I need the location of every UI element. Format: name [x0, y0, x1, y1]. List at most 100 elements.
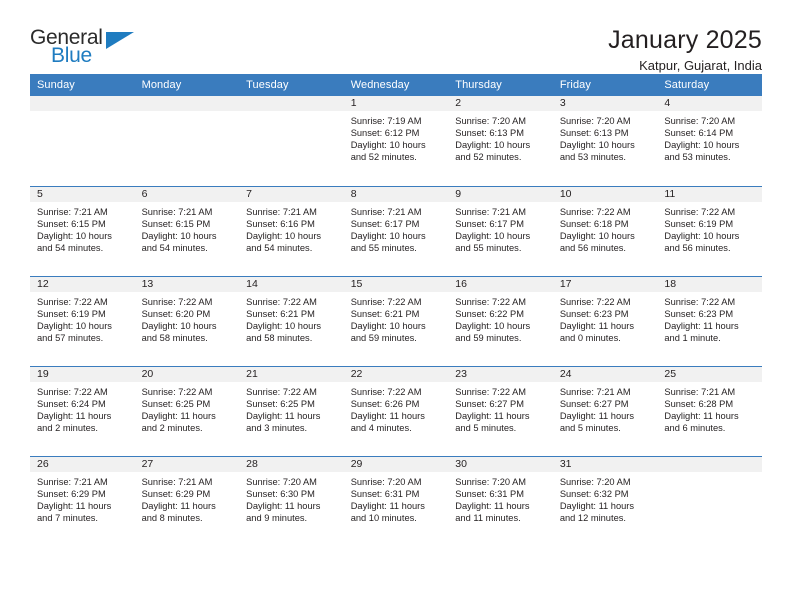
calendar-day-cell[interactable]: 31 Sunrise: 7:20 AM Sunset: 6:32 PM Dayligh… [552, 455, 658, 546]
sunrise-text: Sunrise: 7:22 AM [37, 386, 108, 397]
day-number: 10 [552, 186, 658, 202]
calendar-day-cell[interactable]: 19 Sunrise: 7:22 AM Sunset: 6:24 PM Dayligh… [30, 365, 135, 456]
calendar-day-cell[interactable]: 29 Sunrise: 7:20 AM Sunset: 6:31 PM Dayligh… [343, 455, 449, 546]
sunset-text: Sunset: 6:20 PM [141, 308, 211, 319]
calendar-body: 1 Sunrise: 7:19 AM Sunset: 6:12 PM Daylight… [30, 96, 762, 546]
calendar-day-cell[interactable]: 16 Sunrise: 7:22 AM Sunset: 6:22 PM Dayligh… [448, 275, 553, 366]
day-number: 21 [239, 366, 344, 382]
calendar-day-cell[interactable]: 23 Sunrise: 7:22 AM Sunset: 6:27 PM Dayligh… [448, 365, 553, 456]
sunset-text: Sunset: 6:25 PM [141, 398, 211, 409]
day-number: 20 [134, 366, 240, 382]
daylight-text-line2: and 2 minutes. [37, 422, 98, 433]
calendar-day-cell[interactable]: 7 Sunrise: 7:21 AM Sunset: 6:16 PM Daylight… [239, 185, 344, 276]
calendar-day-cell[interactable]: 25 Sunrise: 7:21 AM Sunset: 6:28 PM Dayligh… [657, 365, 762, 456]
daylight-text-line1: Daylight: 10 hours [664, 230, 740, 241]
calendar-day-cell[interactable]: 26 Sunrise: 7:21 AM Sunset: 6:29 PM Dayligh… [30, 455, 135, 546]
daylight-text-line1: Daylight: 11 hours [246, 500, 321, 511]
calendar-day-cell[interactable]: 3 Sunrise: 7:20 AM Sunset: 6:13 PM Daylight… [552, 96, 658, 186]
sunset-text: Sunset: 6:12 PM [350, 128, 420, 139]
sunrise-text: Sunrise: 7:22 AM [246, 296, 317, 307]
daylight-text-line2: and 4 minutes. [350, 422, 412, 433]
sunrise-text: Sunrise: 7:21 AM [141, 206, 213, 217]
calendar-day-cell[interactable]: 5 Sunrise: 7:21 AM Sunset: 6:15 PM Daylight… [30, 185, 135, 276]
calendar-day-cell[interactable]: 15 Sunrise: 7:22 AM Sunset: 6:21 PM Dayligh… [343, 275, 449, 366]
sunrise-text: Sunrise: 7:20 AM [455, 116, 527, 126]
page-title: January 2025 [608, 26, 762, 54]
calendar-day-cell[interactable]: 24 Sunrise: 7:21 AM Sunset: 6:27 PM Dayligh… [552, 365, 658, 456]
sunrise-text: Sunrise: 7:21 AM [37, 206, 108, 217]
daylight-text-line2: and 56 minutes. [559, 242, 626, 253]
calendar-day-cell[interactable]: 11 Sunrise: 7:22 AM Sunset: 6:19 PM Dayligh… [657, 185, 762, 276]
daylight-text-line2: and 52 minutes. [350, 152, 417, 163]
daylight-text-line2: and 53 minutes. [664, 152, 731, 163]
sunset-text: Sunset: 6:26 PM [350, 398, 420, 409]
day-number: 13 [134, 276, 240, 292]
calendar-day-cell[interactable]: 2 Sunrise: 7:20 AM Sunset: 6:13 PM Daylight… [448, 96, 553, 186]
calendar-day-cell[interactable]: 27 Sunrise: 7:21 AM Sunset: 6:29 PM Dayligh… [134, 455, 240, 546]
calendar-day-cell[interactable]: 17 Sunrise: 7:22 AM Sunset: 6:23 PM Dayligh… [552, 275, 658, 366]
sunrise-text: Sunrise: 7:22 AM [141, 386, 213, 397]
daylight-text-line2: and 6 minutes. [664, 422, 726, 433]
calendar-day-cell[interactable]: 14 Sunrise: 7:22 AM Sunset: 6:21 PM Dayligh… [239, 275, 344, 366]
calendar-empty-cell [30, 96, 135, 186]
calendar-day-cell[interactable]: 9 Sunrise: 7:21 AM Sunset: 6:17 PM Daylight… [448, 185, 553, 276]
day-number: 26 [30, 456, 135, 472]
dow-header-tuesday: Tuesday [239, 74, 344, 96]
sunrise-text: Sunrise: 7:21 AM [664, 386, 736, 397]
sunrise-text: Sunrise: 7:20 AM [350, 476, 422, 487]
calendar-day-cell[interactable]: 4 Sunrise: 7:20 AM Sunset: 6:14 PM Daylight… [657, 96, 762, 186]
sunrise-text: Sunrise: 7:21 AM [350, 206, 422, 217]
logo-text-blue: Blue [51, 44, 92, 67]
sunrise-text: Sunrise: 7:22 AM [141, 296, 213, 307]
day-details: Sunrise: 7:22 AM Sunset: 6:19 PM Daylight:… [30, 292, 135, 344]
sunset-text: Sunset: 6:13 PM [455, 128, 524, 139]
sunset-text: Sunset: 6:27 PM [455, 398, 524, 409]
sunset-text: Sunset: 6:19 PM [664, 218, 734, 229]
daylight-text-line1: Daylight: 11 hours [246, 410, 321, 421]
calendar-day-cell[interactable]: 22 Sunrise: 7:22 AM Sunset: 6:26 PM Dayligh… [343, 365, 449, 456]
daylight-text-line1: Daylight: 10 hours [350, 140, 426, 151]
calendar-day-cell[interactable]: 6 Sunrise: 7:21 AM Sunset: 6:15 PM Daylight… [134, 185, 240, 276]
daylight-text-line2: and 8 minutes. [141, 512, 203, 523]
sunset-text: Sunset: 6:15 PM [37, 218, 106, 229]
day-number: 8 [343, 186, 449, 202]
calendar-day-cell[interactable]: 18 Sunrise: 7:22 AM Sunset: 6:23 PM Dayligh… [657, 275, 762, 366]
day-number: 1 [343, 96, 449, 111]
day-number [30, 96, 135, 111]
daylight-text-line1: Daylight: 10 hours [141, 230, 217, 241]
sunset-text: Sunset: 6:23 PM [664, 308, 734, 319]
sunrise-text: Sunrise: 7:21 AM [141, 476, 213, 487]
day-details: Sunrise: 7:21 AM Sunset: 6:15 PM Daylight:… [135, 202, 240, 254]
dow-header-saturday: Saturday [657, 74, 762, 96]
calendar-day-cell[interactable]: 10 Sunrise: 7:22 AM Sunset: 6:18 PM Dayligh… [552, 185, 658, 276]
calendar-week-row: 12 Sunrise: 7:22 AM Sunset: 6:19 PM Dayligh… [30, 275, 762, 366]
logo-triangle-icon [106, 32, 134, 49]
calendar-day-cell[interactable]: 21 Sunrise: 7:22 AM Sunset: 6:25 PM Dayligh… [239, 365, 344, 456]
sunrise-sunset-calendar: Sunday Monday Tuesday Wednesday Thursday… [30, 74, 762, 546]
general-blue-logo[interactable]: General Blue [30, 26, 140, 72]
day-number: 4 [657, 96, 762, 111]
calendar-day-cell[interactable]: 8 Sunrise: 7:21 AM Sunset: 6:17 PM Daylight… [343, 185, 449, 276]
daylight-text-line2: and 59 minutes. [455, 332, 522, 343]
daylight-text-line1: Daylight: 10 hours [455, 320, 531, 331]
calendar-day-cell[interactable]: 12 Sunrise: 7:22 AM Sunset: 6:19 PM Dayligh… [30, 275, 135, 366]
calendar-day-cell[interactable]: 1 Sunrise: 7:19 AM Sunset: 6:12 PM Daylight… [343, 96, 449, 186]
daylight-text-line1: Daylight: 11 hours [141, 500, 216, 511]
daylight-text-line2: and 56 minutes. [664, 242, 731, 253]
day-details: Sunrise: 7:21 AM Sunset: 6:16 PM Daylight:… [239, 202, 344, 254]
daylight-text-line1: Daylight: 10 hours [559, 140, 635, 151]
sunrise-text: Sunrise: 7:20 AM [559, 116, 631, 126]
daylight-text-line1: Daylight: 11 hours [664, 320, 739, 331]
daylight-text-line2: and 5 minutes. [455, 422, 517, 433]
daylight-text-line1: Daylight: 10 hours [246, 230, 322, 241]
calendar-day-cell[interactable]: 28 Sunrise: 7:20 AM Sunset: 6:30 PM Dayligh… [239, 455, 344, 546]
calendar-day-cell[interactable]: 30 Sunrise: 7:20 AM Sunset: 6:31 PM Dayligh… [448, 455, 553, 546]
day-number [239, 96, 344, 111]
calendar-week-row: 1 Sunrise: 7:19 AM Sunset: 6:12 PM Daylight… [30, 96, 762, 186]
calendar-day-cell[interactable]: 13 Sunrise: 7:22 AM Sunset: 6:20 PM Dayligh… [134, 275, 240, 366]
calendar-day-cell[interactable]: 20 Sunrise: 7:22 AM Sunset: 6:25 PM Dayligh… [134, 365, 240, 456]
sunrise-text: Sunrise: 7:22 AM [455, 386, 527, 397]
daylight-text-line1: Daylight: 11 hours [559, 320, 635, 331]
day-details: Sunrise: 7:22 AM Sunset: 6:25 PM Daylight:… [135, 382, 240, 434]
daylight-text-line1: Daylight: 10 hours [455, 230, 531, 241]
